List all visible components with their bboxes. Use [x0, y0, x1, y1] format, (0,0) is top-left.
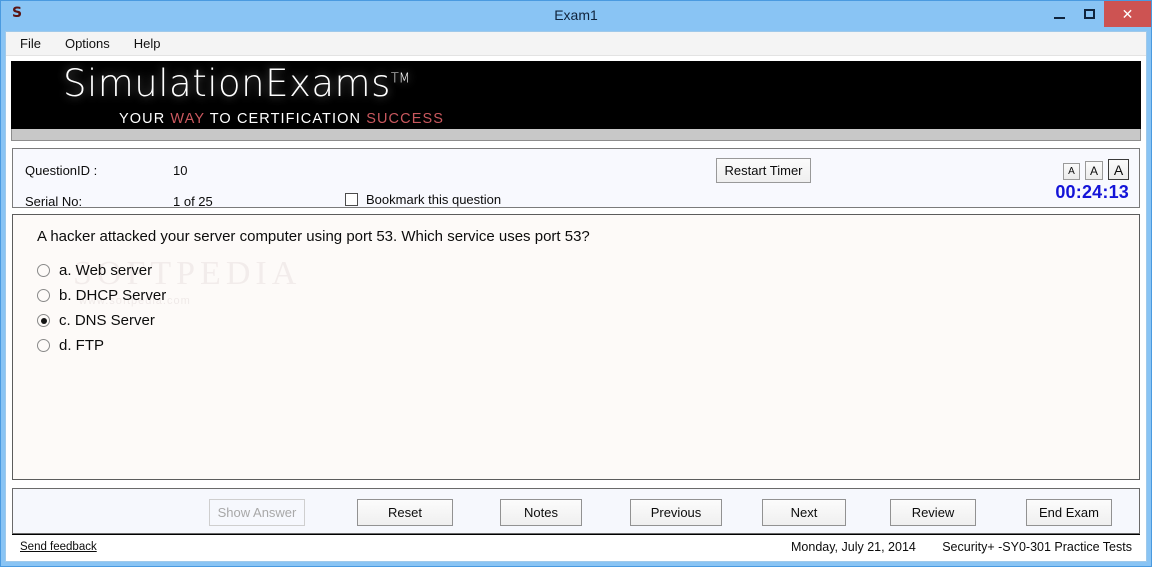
- font-size-buttons: A A A: [1063, 159, 1129, 180]
- brand-tagline: YOUR WAY TO CERTIFICATION SUCCESS: [119, 111, 444, 127]
- status-exam-name: Security+ -SY0-301 Practice Tests: [942, 540, 1132, 554]
- next-button[interactable]: Next: [762, 499, 846, 526]
- window-title: Exam1: [554, 7, 598, 23]
- font-size-small-button[interactable]: A: [1063, 163, 1080, 180]
- tagline-part-4: SUCCESS: [366, 111, 445, 127]
- answer-option-d[interactable]: d. FTP: [37, 333, 737, 358]
- serial-no-value: 1 of 25: [173, 194, 213, 209]
- radio-icon-a: [37, 264, 50, 277]
- maximize-button[interactable]: [1074, 1, 1104, 27]
- radio-icon-d: [37, 339, 50, 352]
- brand-logo: SimulationExamsTM: [63, 62, 410, 105]
- notes-button[interactable]: Notes: [500, 499, 582, 526]
- tagline-part-3: TO CERTIFICATION: [204, 111, 367, 127]
- bookmark-label: Bookmark this question: [366, 192, 502, 207]
- application-window: S Exam1 ✕ File Options Help SimulationEx…: [0, 0, 1152, 567]
- close-button[interactable]: ✕: [1104, 1, 1151, 27]
- answer-option-c[interactable]: c. DNS Server: [37, 308, 737, 333]
- banner-container: SimulationExamsTM YOUR WAY TO CERTIFICAT…: [6, 56, 1146, 141]
- maximize-icon: [1083, 9, 1095, 19]
- minimize-icon: [1053, 16, 1065, 19]
- brand-name: SimulationExams: [63, 62, 391, 105]
- send-feedback-link[interactable]: Send feedback: [20, 541, 97, 553]
- tagline-part-2: WAY: [170, 111, 205, 127]
- review-button[interactable]: Review: [890, 499, 976, 526]
- status-bar: Send feedback Monday, July 21, 2014 Secu…: [12, 534, 1140, 561]
- question-info-panel: QuestionID : 10 Serial No: 1 of 25 Bookm…: [12, 148, 1140, 209]
- title-bar: S Exam1 ✕: [1, 1, 1151, 31]
- answer-option-c-label: c. DNS Server: [59, 312, 155, 329]
- question-text: A hacker attacked your server computer u…: [37, 228, 590, 245]
- banner-divider-strip: [11, 129, 1141, 141]
- restart-timer-button[interactable]: Restart Timer: [716, 158, 811, 183]
- window-controls: ✕: [1044, 1, 1151, 27]
- font-size-medium-button[interactable]: A: [1085, 161, 1103, 180]
- font-size-large-button[interactable]: A: [1108, 159, 1129, 180]
- radio-icon-b: [37, 289, 50, 302]
- menu-item-help[interactable]: Help: [134, 34, 173, 54]
- answer-option-b-label: b. DHCP Server: [59, 287, 167, 304]
- answer-option-a-label: a. Web server: [59, 262, 153, 279]
- status-date: Monday, July 21, 2014: [791, 540, 916, 554]
- previous-button[interactable]: Previous: [630, 499, 722, 526]
- menu-bar: File Options Help: [6, 32, 1146, 56]
- navigation-button-bar: Show Answer Reset Notes Previous Next Re…: [12, 488, 1140, 534]
- menu-item-options[interactable]: Options: [65, 34, 122, 54]
- end-exam-button[interactable]: End Exam: [1026, 499, 1112, 526]
- question-id-label: QuestionID :: [25, 163, 98, 178]
- serial-no-label: Serial No:: [25, 194, 83, 209]
- answer-option-a[interactable]: a. Web server: [37, 258, 737, 283]
- answer-option-b[interactable]: b. DHCP Server: [37, 283, 737, 308]
- reset-button[interactable]: Reset: [357, 499, 453, 526]
- menu-item-file[interactable]: File: [20, 34, 53, 54]
- question-id-value: 10: [173, 163, 188, 178]
- question-panel: SOFTPEDIA www.softpedia.com A hacker att…: [12, 214, 1140, 480]
- countdown-timer: 00:24:13: [1055, 182, 1129, 202]
- minimize-button[interactable]: [1044, 1, 1074, 27]
- tagline-part-1: YOUR: [119, 111, 171, 127]
- checkbox-icon: [345, 193, 358, 206]
- brand-banner: SimulationExamsTM YOUR WAY TO CERTIFICAT…: [11, 61, 1141, 129]
- answer-options: a. Web server b. DHCP Server c. DNS Serv…: [37, 258, 737, 358]
- bookmark-checkbox[interactable]: Bookmark this question: [345, 192, 501, 207]
- answer-option-d-label: d. FTP: [59, 337, 105, 354]
- radio-icon-c: [37, 314, 50, 327]
- client-area: File Options Help SimulationExamsTM YOUR…: [5, 31, 1147, 562]
- trademark-icon: TM: [390, 71, 411, 87]
- show-answer-button[interactable]: Show Answer: [209, 499, 305, 526]
